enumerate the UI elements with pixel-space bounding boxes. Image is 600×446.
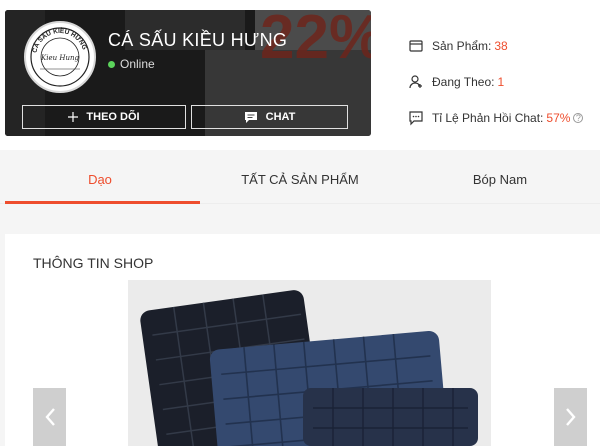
tab-men-wallets[interactable]: Bóp Nam — [400, 158, 600, 203]
stat-chat-response: Tỉ Lệ Phản Hồi Chat: 57% ? — [408, 100, 584, 136]
chevron-right-icon — [565, 408, 576, 426]
chat-button-label: CHAT — [265, 111, 296, 123]
shop-page: 22% CÁ SẤU KIỀU HƯNG Kieu Hung CÁ SẤU KI… — [0, 0, 600, 446]
stat-products-label: Sản Phẩm: — [432, 39, 492, 53]
online-dot-icon — [108, 60, 115, 68]
stat-products: Sản Phẩm: 38 — [408, 28, 583, 64]
shop-card: 22% CÁ SẤU KIỀU HƯNG Kieu Hung CÁ SẤU KI… — [5, 10, 371, 136]
tab-all-products[interactable]: TẤT CẢ SẢN PHẨM — [200, 158, 400, 203]
chevron-left-icon — [44, 408, 55, 426]
online-status: Online — [108, 57, 155, 71]
user-follow-icon — [408, 74, 424, 90]
shop-tabs: Dạo TẤT CẢ SẢN PHẨM Bóp Nam — [0, 158, 600, 204]
tab-explore[interactable]: Dạo — [0, 158, 200, 204]
shop-header: 22% CÁ SẤU KIỀU HƯNG Kieu Hung CÁ SẤU KI… — [0, 0, 600, 150]
stat-products-value: 38 — [494, 39, 508, 53]
stat-following-value: 1 — [497, 75, 505, 89]
logo-script-text: Kieu Hung — [40, 54, 79, 62]
chat-button[interactable]: CHAT — [191, 105, 348, 129]
stat-chat-response-value: 57% — [546, 111, 571, 125]
chat-icon — [244, 111, 258, 124]
stat-following: Đang Theo: 1 — [408, 64, 583, 100]
follow-button[interactable]: THEO DÕI — [22, 105, 186, 129]
follow-button-label: THEO DÕI — [86, 111, 140, 123]
avatar[interactable]: CÁ SẤU KIỀU HƯNG Kieu Hung — [24, 21, 96, 93]
shop-info-title: THÔNG TIN SHOP — [33, 255, 154, 271]
stat-chat-response-label: Tỉ Lệ Phản Hồi Chat: — [432, 111, 544, 125]
shop-logo: CÁ SẤU KIỀU HƯNG Kieu Hung — [28, 25, 92, 89]
carousel-next-button[interactable] — [554, 388, 587, 446]
chat-bubble-icon — [408, 110, 424, 126]
shop-info-panel: THÔNG TIN SHOP — [5, 234, 600, 446]
shop-info-image — [128, 280, 491, 446]
navy-wallet-image — [303, 388, 478, 446]
plus-icon — [68, 112, 79, 122]
shop-name: CÁ SẤU KIỀU HƯNG — [108, 30, 288, 50]
store-icon — [408, 38, 424, 54]
shop-stats: Sản Phẩm: 38 Đang Theo: 1 Tỉ Lệ Phản Hồi… — [408, 28, 584, 136]
help-icon[interactable]: ? — [573, 113, 584, 123]
stat-following-label: Đang Theo: — [432, 75, 495, 89]
carousel-prev-button[interactable] — [33, 388, 66, 446]
wallet-photo — [128, 280, 491, 446]
online-status-label: Online — [120, 57, 155, 71]
